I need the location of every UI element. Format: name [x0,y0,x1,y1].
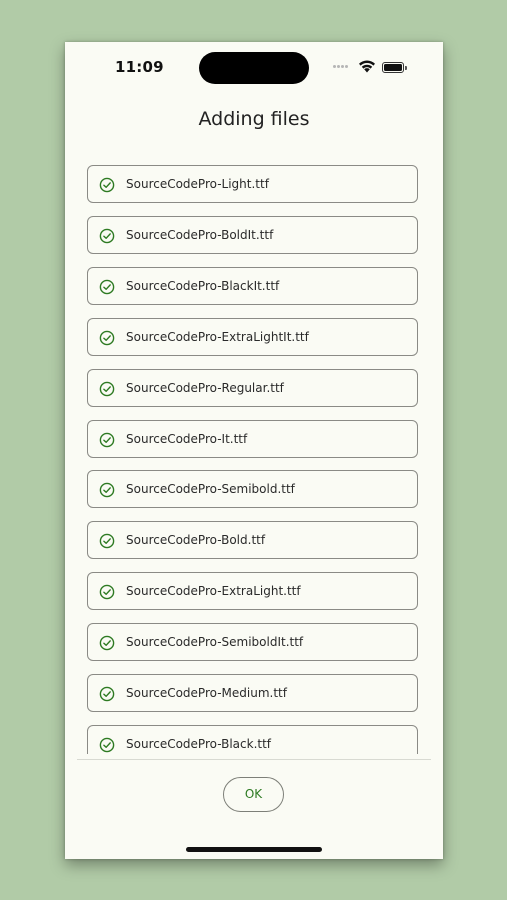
file-list-item: SourceCodePro-It.ttf [87,420,418,458]
ok-button[interactable]: OK [223,777,284,812]
check-circle-icon [99,432,115,448]
file-name: SourceCodePro-Regular.ttf [126,381,284,395]
check-circle-icon [99,737,115,753]
status-bar: 11:09 [65,42,443,92]
file-list-item: SourceCodePro-BlackIt.ttf [87,267,418,305]
file-list-item: SourceCodePro-Light.ttf [87,165,418,203]
file-list: SourceCodePro-Light.ttf SourceCodePro-Bol… [65,162,443,754]
file-list-item: SourceCodePro-Medium.ttf [87,674,418,712]
check-circle-icon [99,228,115,244]
cellular-signal-icon [333,65,351,69]
phone-screen: 11:09 Adding files SourceCodePro-Light.t… [65,42,443,859]
page-title: Adding files [198,108,310,130]
file-name: SourceCodePro-Medium.ttf [126,686,287,700]
battery-icon [382,62,407,73]
check-circle-icon [99,381,115,397]
file-name: SourceCodePro-Light.ttf [126,177,269,191]
check-circle-icon [99,177,115,193]
footer-divider [77,759,431,760]
file-list-item: SourceCodePro-ExtraLightIt.ttf [87,318,418,356]
check-circle-icon [99,635,115,651]
file-name: SourceCodePro-ExtraLightIt.ttf [126,330,309,344]
wifi-icon [359,60,375,73]
file-list-item: SourceCodePro-Regular.ttf [87,369,418,407]
file-name: SourceCodePro-SemiboldIt.ttf [126,635,304,649]
file-list-item: SourceCodePro-Bold.ttf [87,521,418,559]
file-name: SourceCodePro-BoldIt.ttf [126,228,274,242]
file-list-item: SourceCodePro-Black.ttf [87,725,418,754]
file-name: SourceCodePro-Semibold.ttf [126,482,295,496]
check-circle-icon [99,686,115,702]
file-list-item: SourceCodePro-Semibold.ttf [87,470,418,508]
file-list-item: SourceCodePro-SemiboldIt.ttf [87,623,418,661]
file-name: SourceCodePro-ExtraLight.ttf [126,584,301,598]
dynamic-island [199,52,309,84]
status-time: 11:09 [115,58,164,76]
file-name: SourceCodePro-Bold.ttf [126,533,266,547]
file-name: SourceCodePro-Black.ttf [126,737,272,751]
home-indicator[interactable] [186,847,322,852]
check-circle-icon [99,482,115,498]
file-name: SourceCodePro-BlackIt.ttf [126,279,280,293]
file-name: SourceCodePro-It.ttf [126,432,248,446]
check-circle-icon [99,330,115,346]
check-circle-icon [99,279,115,295]
check-circle-icon [99,533,115,549]
file-list-item: SourceCodePro-BoldIt.ttf [87,216,418,254]
check-circle-icon [99,584,115,600]
file-list-item: SourceCodePro-ExtraLight.ttf [87,572,418,610]
